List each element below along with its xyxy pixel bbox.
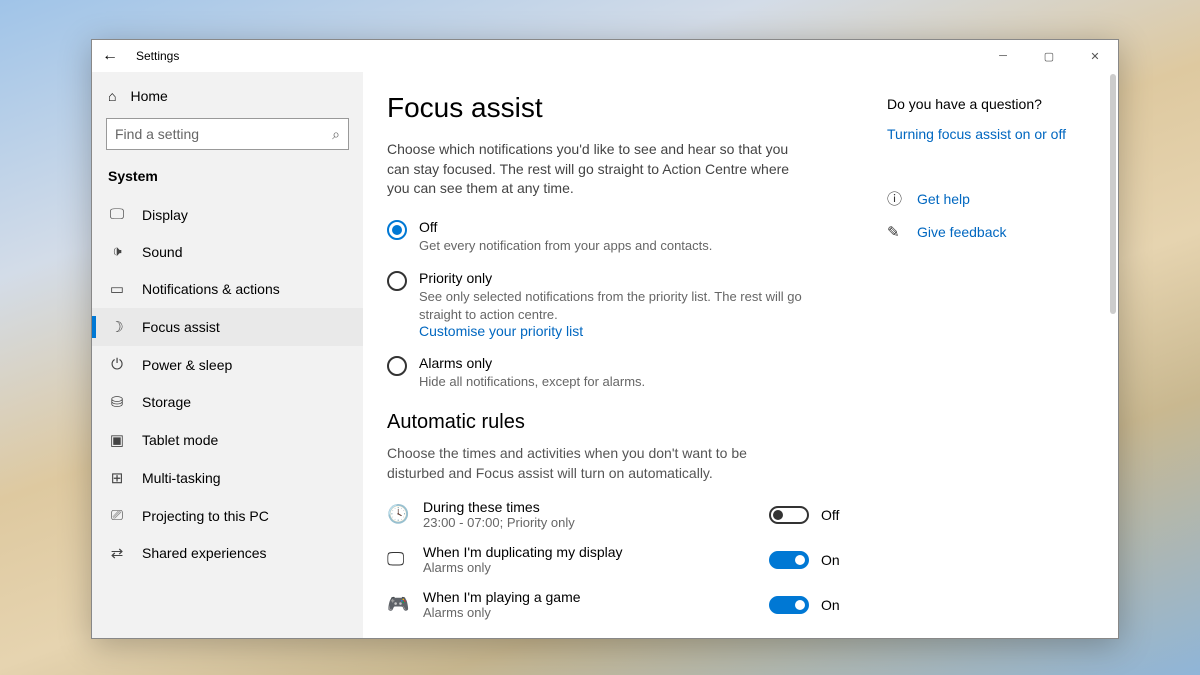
storage-icon: ⛁ [108,393,126,411]
sidebar-item-display[interactable]: 🖵 Display [92,196,363,233]
minimize-button[interactable]: ─ [980,40,1026,72]
power-icon: ⏻ [108,356,126,373]
radio-off[interactable]: Off Get every notification from your app… [387,219,847,255]
sidebar-item-notifications[interactable]: ▭ Notifications & actions [92,270,363,308]
radio-subtext: Hide all notifications, except for alarm… [419,373,645,391]
notifications-icon: ▭ [108,280,126,298]
home-label: Home [130,88,167,104]
radio-alarms-only[interactable]: Alarms only Hide all notifications, exce… [387,355,847,391]
aside-panel: Do you have a question? Turning focus as… [887,92,1066,638]
settings-window: ← Settings ─ ▢ ✕ ⌂ Home Find a setting ⌕… [91,39,1119,639]
sidebar-item-sound[interactable]: 🕩 Sound [92,233,363,270]
page-heading: Focus assist [387,92,847,124]
sidebar-item-label: Projecting to this PC [142,508,269,524]
sidebar-item-projecting[interactable]: ⎚ Projecting to this PC [92,497,363,534]
search-input[interactable]: Find a setting ⌕ [106,118,349,150]
sound-icon: 🕩 [108,243,126,260]
customise-priority-link[interactable]: Customise your priority list [419,323,847,339]
radio-subtext: See only selected notifications from the… [419,288,847,323]
sidebar-item-focus-assist[interactable]: ☽ Focus assist [92,308,363,346]
rule-during-times[interactable]: 🕓 During these times 23:00 - 07:00; Prio… [387,499,847,530]
multitasking-icon: ⊞ [108,469,126,487]
rule-subtext: Alarms only [423,605,769,620]
focus-assist-icon: ☽ [108,318,126,336]
home-nav[interactable]: ⌂ Home [92,80,363,114]
sidebar-item-storage[interactable]: ⛁ Storage [92,383,363,421]
sidebar-item-label: Multi-tasking [142,470,221,486]
search-placeholder: Find a setting [115,126,199,142]
sidebar: ⌂ Home Find a setting ⌕ System 🖵 Display… [92,72,363,638]
shared-icon: ⇄ [108,544,126,562]
window-title: Settings [136,49,179,63]
display-icon: 🖵 [108,206,126,223]
sidebar-item-label: Storage [142,394,191,410]
give-feedback-link[interactable]: ✎ Give feedback [887,223,1066,241]
rule-subtext: Alarms only [423,560,769,575]
radio-button-icon [387,356,407,376]
feedback-icon: ✎ [887,223,905,241]
give-feedback-label: Give feedback [917,224,1007,240]
sidebar-item-label: Focus assist [142,319,220,335]
home-icon: ⌂ [108,88,116,104]
rule-title: During these times [423,499,769,515]
toggle-during-times[interactable] [769,506,809,524]
close-button[interactable]: ✕ [1072,40,1118,72]
radio-label: Alarms only [419,355,645,371]
back-button[interactable]: ← [102,47,118,65]
sidebar-item-power-sleep[interactable]: ⏻ Power & sleep [92,346,363,383]
sidebar-item-label: Notifications & actions [142,281,280,297]
game-icon: 🎮 [387,594,413,615]
rule-subtext: 23:00 - 07:00; Priority only [423,515,769,530]
sidebar-item-label: Shared experiences [142,545,267,561]
radio-subtext: Get every notification from your apps an… [419,237,712,255]
sidebar-item-label: Power & sleep [142,357,232,373]
rule-title: When I'm duplicating my display [423,544,769,560]
get-help-link[interactable]: ⓘ Get help [887,188,1066,209]
scrollbar-thumb[interactable] [1110,74,1116,314]
sidebar-item-shared-experiences[interactable]: ⇄ Shared experiences [92,534,363,572]
get-help-label: Get help [917,191,970,207]
section-label: System [92,162,363,196]
radio-priority-only[interactable]: Priority only See only selected notifica… [387,270,847,339]
maximize-button[interactable]: ▢ [1026,40,1072,72]
rule-playing-game[interactable]: 🎮 When I'm playing a game Alarms only On [387,589,847,620]
radio-label: Off [419,219,712,235]
question-label: Do you have a question? [887,96,1066,112]
projecting-icon: ⎚ [108,507,126,524]
toggle-state: On [821,552,847,568]
sidebar-item-label: Display [142,207,188,223]
toggle-state: Off [821,507,847,523]
help-topic-link[interactable]: Turning focus assist on or off [887,126,1066,142]
main-content: Focus assist Choose which notifications … [387,92,847,638]
tablet-icon: ▣ [108,431,126,449]
get-help-icon: ⓘ [887,188,905,209]
page-description: Choose which notifications you'd like to… [387,140,807,199]
rules-heading: Automatic rules [387,411,847,434]
titlebar: ← Settings ─ ▢ ✕ [92,40,1118,72]
search-icon: ⌕ [332,126,340,143]
sidebar-item-label: Sound [142,244,182,260]
toggle-state: On [821,597,847,613]
sidebar-item-tablet-mode[interactable]: ▣ Tablet mode [92,421,363,459]
rule-duplicating-display[interactable]: 🖵 When I'm duplicating my display Alarms… [387,544,847,575]
rule-title: When I'm playing a game [423,589,769,605]
clock-icon: 🕓 [387,504,413,525]
toggle-playing-game[interactable] [769,596,809,614]
radio-button-icon [387,220,407,240]
toggle-duplicating-display[interactable] [769,551,809,569]
sidebar-item-multi-tasking[interactable]: ⊞ Multi-tasking [92,459,363,497]
rules-description: Choose the times and activities when you… [387,444,787,483]
sidebar-item-label: Tablet mode [142,432,218,448]
radio-label: Priority only [419,270,847,286]
scrollbar[interactable] [1102,72,1118,638]
radio-button-icon [387,271,407,291]
monitor-icon: 🖵 [387,549,413,570]
